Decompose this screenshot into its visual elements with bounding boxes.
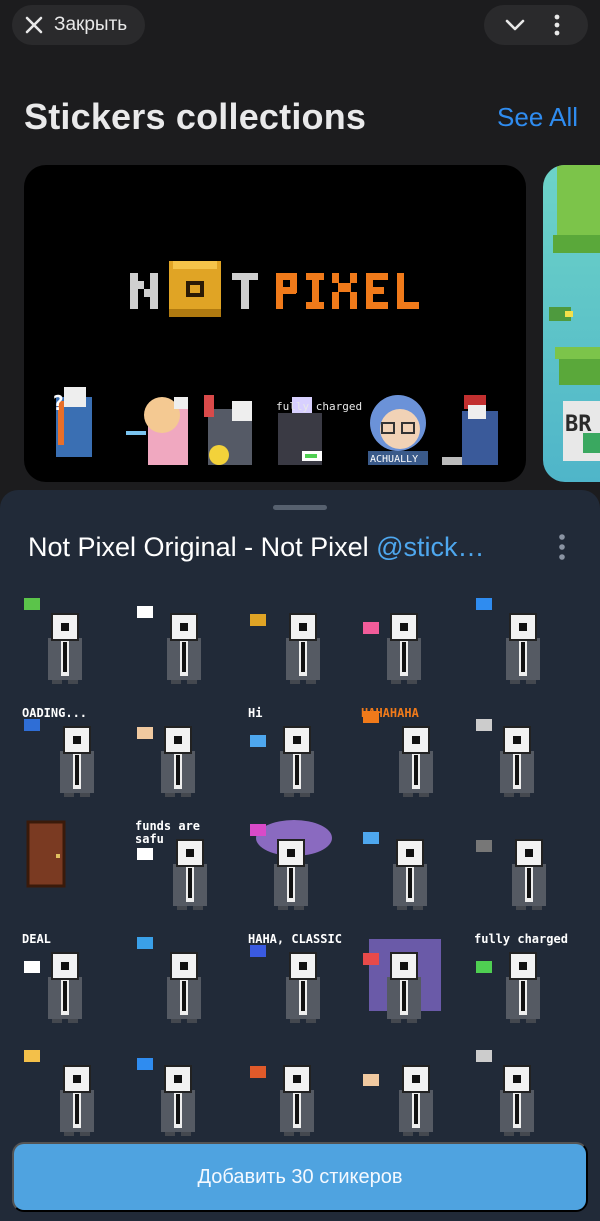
- cat-sticker[interactable]: [18, 1040, 118, 1150]
- sticker-figure: [137, 937, 201, 1037]
- sticker-figure: [363, 832, 427, 924]
- closeup-sticker[interactable]: [470, 814, 570, 924]
- sticker-figure: [250, 613, 320, 698]
- chevron-down-icon[interactable]: [503, 13, 527, 37]
- sticker-figure: [363, 939, 441, 1037]
- sticker-pack-name: Not Pixel Original - Not Pixel: [28, 532, 377, 562]
- thinking-sticker[interactable]: [470, 701, 570, 811]
- sticker-figure: [250, 1065, 314, 1150]
- add-stickers-button[interactable]: Добавить 30 стикеров: [12, 1142, 588, 1212]
- dream-sticker[interactable]: [244, 814, 344, 924]
- sticker-caption: funds are safu: [135, 819, 201, 847]
- noise-sticker[interactable]: [357, 927, 457, 1037]
- sticker-caption: HAHAHAHA: [361, 706, 419, 720]
- menu-pill: [484, 5, 588, 45]
- hahaha-sticker[interactable]: HAHAHAHA: [357, 701, 457, 811]
- sticker-grid: OADING... Hi HAHAHAHA funds are safu DEAL HAH…: [18, 588, 582, 1150]
- door-sticker[interactable]: [18, 814, 118, 910]
- sticker-caption: fully charged: [474, 932, 568, 946]
- money-sticker[interactable]: [18, 588, 118, 698]
- more-vertical-icon[interactable]: [545, 13, 569, 37]
- sticker-caption: DEAL: [22, 932, 51, 946]
- sticker-figure: [363, 1065, 433, 1150]
- more-vertical-icon[interactable]: [550, 532, 574, 562]
- standing-sticker[interactable]: [470, 1040, 570, 1150]
- sticker-figure: [137, 606, 201, 698]
- sticker-figure: [476, 598, 540, 698]
- banner-caption-achually: ACHUALLY: [370, 454, 418, 465]
- haha-classic-sticker[interactable]: HAHA, CLASSIC: [244, 927, 344, 1037]
- sticker-figure: [250, 820, 332, 924]
- sticker-figure: [26, 820, 66, 888]
- crying-sticker[interactable]: [131, 927, 231, 1037]
- sticker-sheet: Not Pixel Original - Not Pixel @stick… O…: [0, 490, 600, 1221]
- banner-caption-fully-charged: fully charged: [276, 400, 362, 413]
- sticker-figure: [476, 1050, 534, 1150]
- question-sticker[interactable]: [131, 1040, 231, 1150]
- see-all-link[interactable]: See All: [497, 102, 578, 133]
- pointing-sticker[interactable]: [131, 701, 231, 811]
- shrug-sticker[interactable]: [357, 1040, 457, 1150]
- close-icon: [25, 16, 43, 34]
- camera-sticker[interactable]: [244, 1040, 344, 1150]
- sticker-pack-link[interactable]: @stick…: [376, 532, 484, 562]
- sheet-drag-handle[interactable]: [273, 505, 327, 510]
- deal-sticker[interactable]: DEAL: [18, 927, 118, 1037]
- sticker-figure: [24, 598, 82, 698]
- pixel-box-sticker[interactable]: [244, 588, 344, 698]
- sticker-caption: OADING...: [22, 706, 88, 720]
- hi-sticker[interactable]: Hi: [244, 701, 344, 811]
- svg-text:?: ?: [52, 391, 64, 415]
- sticker-caption: HAHA, CLASSIC: [248, 932, 342, 946]
- close-label: Закрыть: [54, 14, 128, 35]
- sticker-figure: [476, 719, 534, 811]
- top-bar: Закрыть: [0, 0, 600, 50]
- computer-sticker[interactable]: [470, 588, 570, 698]
- loading-sticker[interactable]: OADING...: [18, 701, 118, 811]
- flappy-banner-art: BR: [549, 165, 600, 461]
- sheet-title: Not Pixel Original - Not Pixel @stick…: [28, 532, 485, 563]
- close-button[interactable]: Закрыть: [12, 5, 146, 45]
- collection-banner-next[interactable]: BR: [543, 165, 600, 482]
- thumbs-down-sticker[interactable]: [357, 814, 457, 924]
- funds-sticker[interactable]: funds are safu: [131, 814, 231, 924]
- sparkle-sticker[interactable]: [131, 588, 231, 698]
- notpixel-logo: ? fully charged ACHUALLY: [52, 261, 498, 465]
- section-title: Stickers collections: [24, 96, 367, 137]
- sticker-figure: [137, 726, 195, 811]
- collection-banner-notpixel[interactable]: ? fully charged ACHUALLY: [24, 165, 526, 482]
- sticker-figure: [24, 1050, 94, 1150]
- hearts-sticker[interactable]: [357, 588, 457, 698]
- sticker-figure: [476, 839, 546, 924]
- sticker-figure: [363, 613, 421, 698]
- sticker-caption: Hi: [248, 706, 263, 720]
- fully-charged-sticker[interactable]: fully charged: [470, 927, 570, 1037]
- sticker-figure: [137, 1058, 195, 1150]
